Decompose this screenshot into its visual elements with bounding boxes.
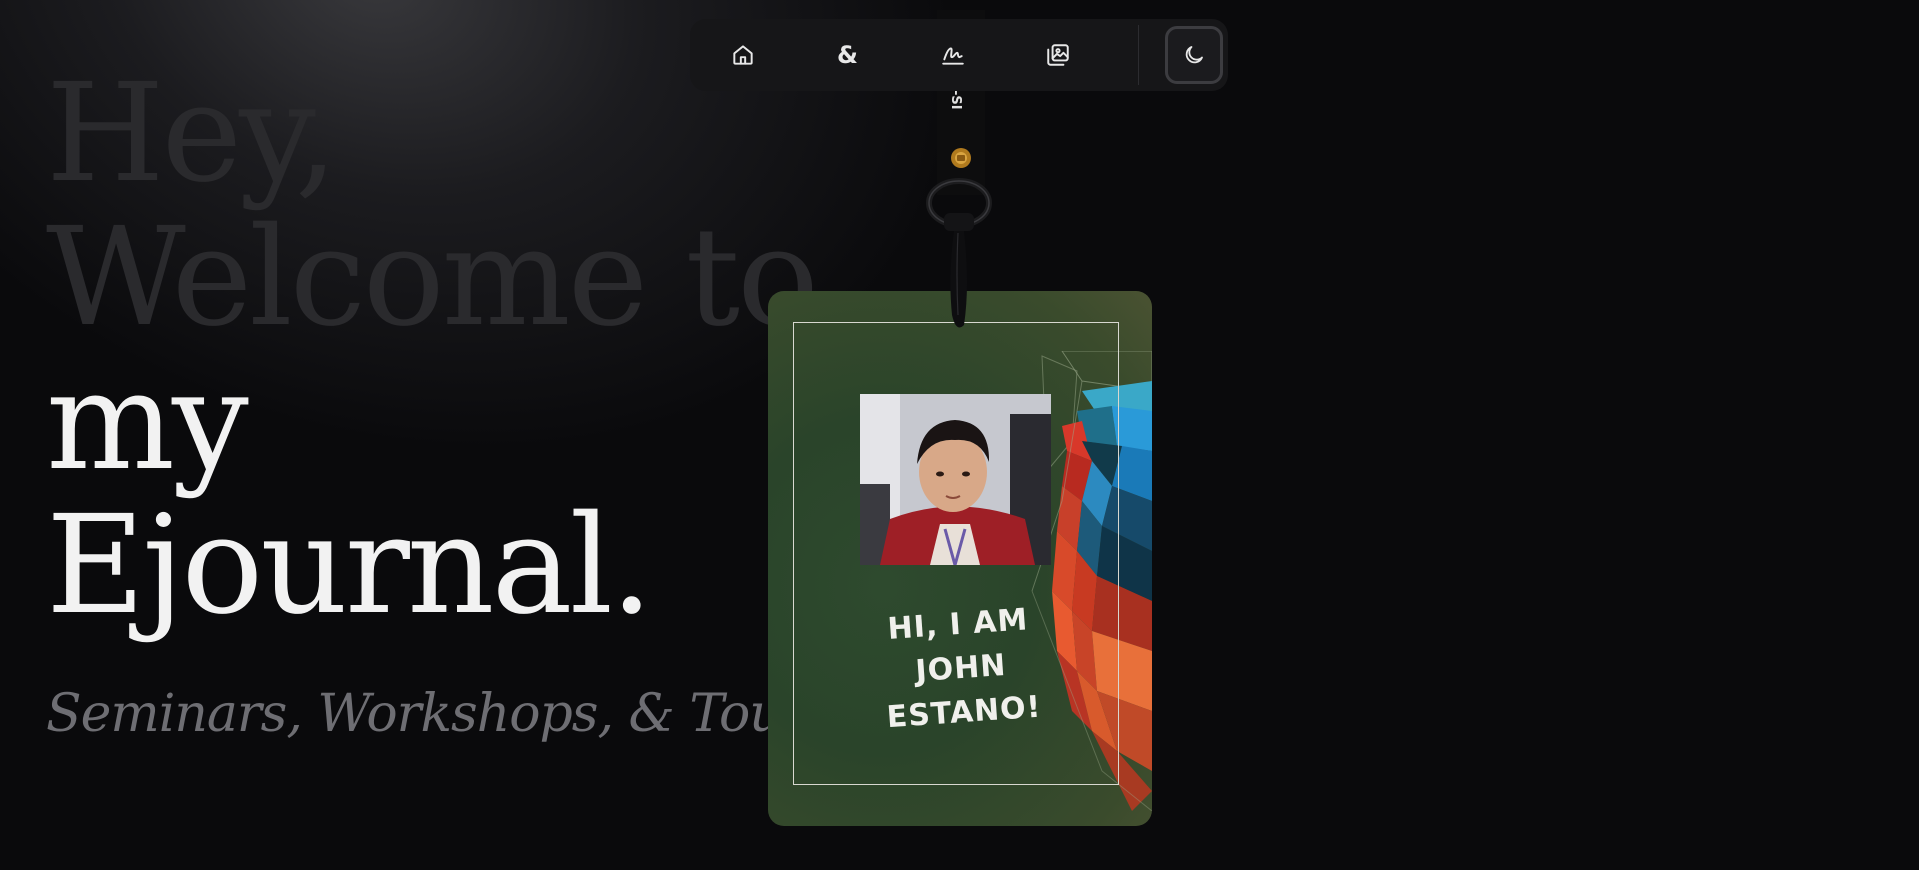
- lanyard-clip: [926, 178, 992, 328]
- nav-divider: [1138, 25, 1139, 85]
- profile-photo-illustration: [860, 394, 1051, 565]
- hero-line-welcome: Welcome to: [46, 199, 819, 357]
- top-nav: &: [690, 19, 1228, 91]
- nav-gallery-button[interactable]: [1005, 19, 1110, 91]
- hero-line-my: my: [46, 343, 249, 501]
- nav-ampersand-button[interactable]: &: [795, 19, 900, 91]
- hero-subtitle: Seminars, Workshops, & Tours: [46, 684, 832, 744]
- moon-icon: [1185, 46, 1203, 64]
- lanyard-strap-text: -SI: [948, 90, 963, 110]
- profile-photo: [860, 394, 1051, 565]
- id-badge[interactable]: HI, I AM JOHN ESTANO!: [768, 291, 1152, 826]
- page: Hey, Welcome to my Ejournal. Seminars, W…: [0, 0, 1919, 870]
- lanyard-logo-icon: [951, 148, 971, 168]
- theme-toggle-button[interactable]: [1165, 26, 1223, 84]
- hero-line-ejournal: Ejournal.: [46, 487, 653, 645]
- ampersand-icon: &: [837, 41, 858, 69]
- signature-icon: [941, 47, 964, 65]
- nav-signature-button[interactable]: [900, 19, 1005, 91]
- home-icon: [732, 45, 753, 65]
- badge-greeting: HI, I AM JOHN ESTANO!: [872, 597, 1051, 741]
- nav-home-button[interactable]: [690, 19, 795, 91]
- hero-heading: Hey, Welcome to my Ejournal.: [46, 62, 819, 645]
- image-gallery-icon: [1046, 44, 1069, 66]
